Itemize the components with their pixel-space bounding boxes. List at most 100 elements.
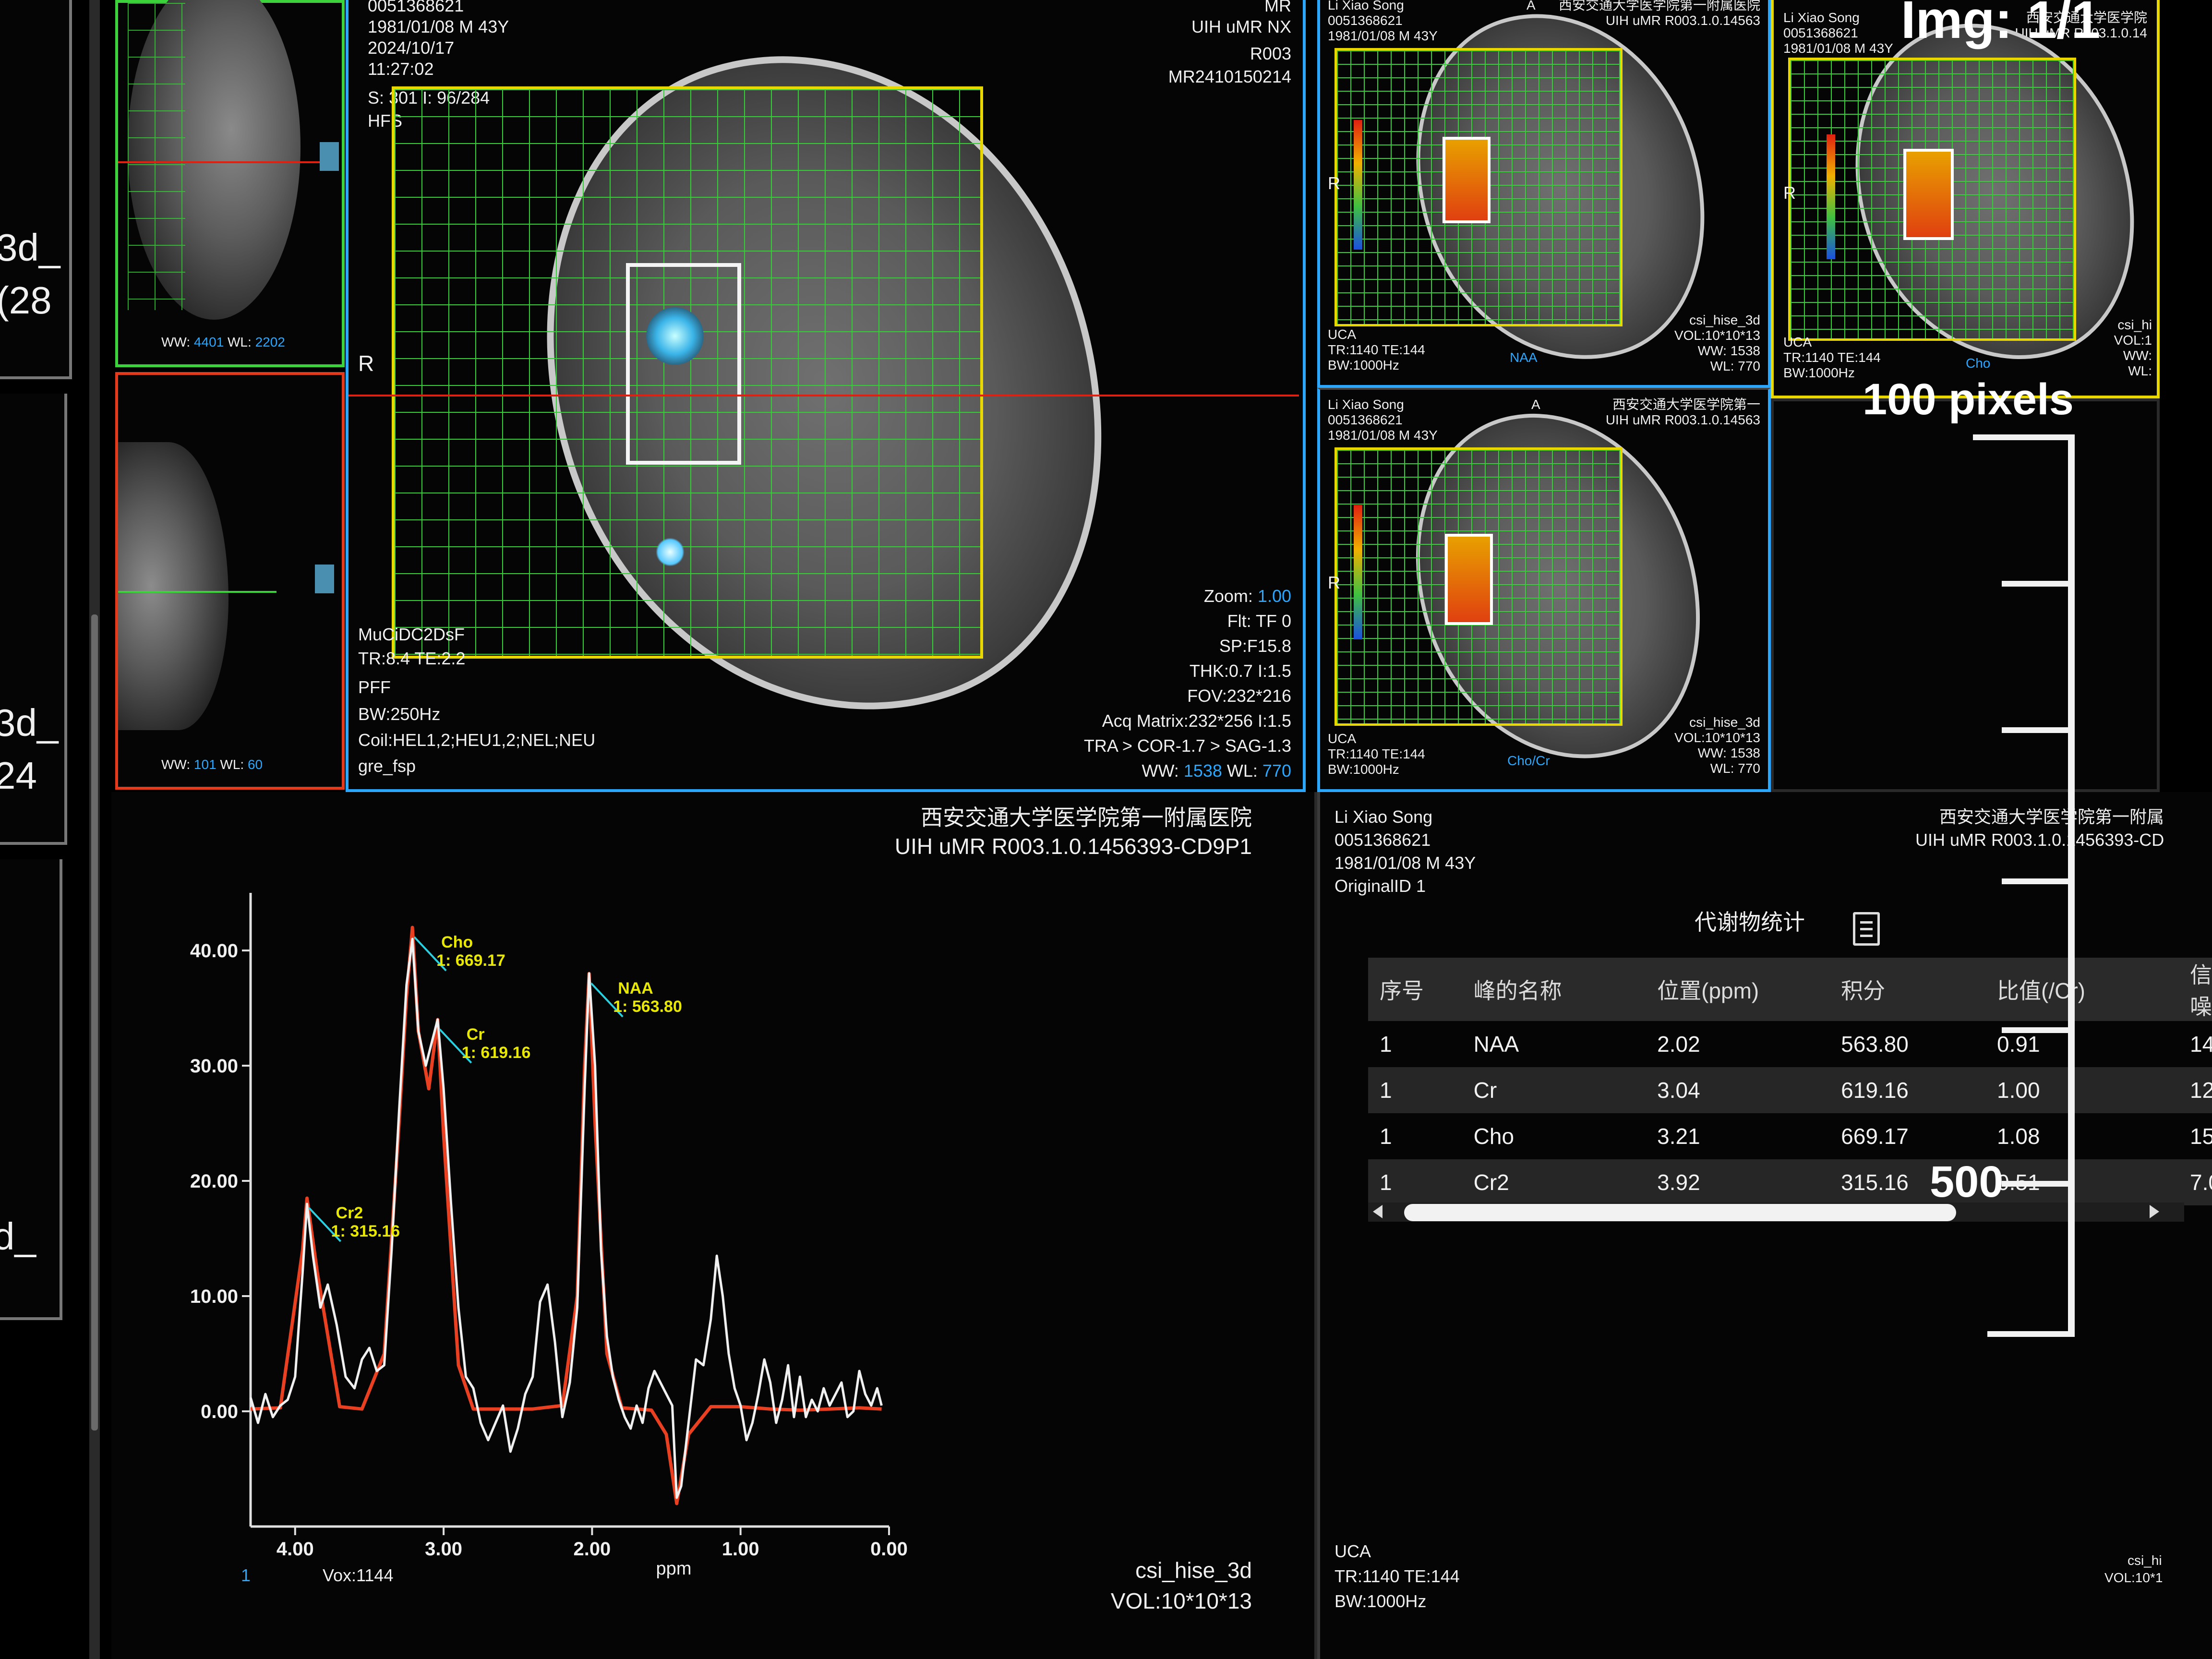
- cell-position: 2.02: [1657, 1032, 1700, 1057]
- cell-peak-name: Cr: [1462, 1067, 1646, 1113]
- ww-value[interactable]: 1538: [1184, 761, 1222, 781]
- export-icon[interactable]: [1853, 912, 1880, 946]
- metabolite-heatmap: [1445, 534, 1493, 625]
- protocol: csi_hise_3d: [1689, 715, 1760, 730]
- ww-label: WW:: [161, 757, 194, 772]
- series-thumbnail-2[interactable]: 3d_ 24: [0, 394, 67, 845]
- col-integral[interactable]: 积分: [1829, 958, 1986, 1021]
- ruler-tick: [2002, 1027, 2075, 1033]
- metabolite-map-viewport-1[interactable]: Li Xiao Song 0051368621 1981/01/08 M 43Y…: [1317, 0, 1771, 399]
- metabolite-selector[interactable]: Cho/Cr: [1507, 753, 1550, 769]
- bandwidth: BW:1000Hz: [1783, 365, 1855, 380]
- ww-value[interactable]: 4401: [194, 335, 224, 349]
- cell-index: 1: [1380, 1124, 1392, 1149]
- scroll-left-arrow[interactable]: [1373, 1205, 1382, 1218]
- patient-birth: 1981/01/08 M 43Y: [1334, 853, 1476, 873]
- ww-label: WW:: [161, 335, 194, 349]
- side-marker: R: [1328, 573, 1340, 592]
- study-time: 11:27:02: [368, 59, 434, 79]
- selected-voxel-box[interactable]: [626, 263, 741, 465]
- sequence: UCA: [1328, 327, 1357, 342]
- bandwidth: BW:1000Hz: [1334, 1591, 1427, 1611]
- wl-value[interactable]: 2202: [255, 335, 285, 349]
- sequence: UCA: [1328, 731, 1357, 746]
- accession: MR2410150214: [1168, 67, 1291, 86]
- patient-birth: 1981/01/08 M 43Y: [368, 17, 509, 36]
- metabolite-selector[interactable]: Cho: [1966, 355, 1990, 372]
- protocol: csi_hi: [2128, 1553, 2162, 1568]
- x-axis-label: ppm: [656, 1559, 692, 1579]
- metabolite-map-viewport-2[interactable]: Li Xiao Song 0051368621 1981/01/08 M 43Y…: [1771, 0, 2176, 398]
- y-tick-label: 0.00: [201, 1401, 238, 1422]
- voxel-size: VOL:10*10*13: [1674, 730, 1760, 745]
- col-position[interactable]: 位置(ppm): [1646, 958, 1830, 1021]
- table-row[interactable]: 1 Cho 3.21 669.17 1.08 15: [1368, 1113, 2212, 1159]
- patient-birth: 1981/01/08 M 43Y: [1328, 28, 1438, 43]
- voxel-size: VOL:1: [2114, 333, 2152, 348]
- series-thumbnail-1[interactable]: 3d_ (28: [0, 0, 72, 379]
- patient-name: Li Xiao Song: [1334, 807, 1433, 827]
- crosshair-line: [118, 161, 320, 163]
- bandwidth: BW:1000Hz: [1328, 762, 1399, 777]
- study-date: 2024/10/17: [368, 38, 455, 58]
- cell-index: 1: [1368, 1067, 1462, 1113]
- patient-birth: 1981/01/08 M 43Y: [1328, 428, 1438, 443]
- cell-position: 3.04: [1646, 1067, 1830, 1113]
- coil: Coil:HEL1,2;HEU1,2;NEL;NEU: [358, 730, 596, 750]
- y-tick-label: 10.00: [190, 1286, 238, 1307]
- lesion-marker: [646, 307, 704, 365]
- metabolite-selector[interactable]: NAA: [1510, 349, 1538, 366]
- tr-te: TR:1140 TE:144: [1783, 350, 1881, 365]
- sagittal-handle[interactable]: [315, 565, 334, 593]
- sagittal-window-level: WW: 101 WL: 60: [161, 757, 263, 773]
- peak-annotation-value: 1: 315.16: [331, 1222, 400, 1240]
- col-snr[interactable]: 信噪: [2178, 958, 2212, 1021]
- empty-viewport[interactable]: [1771, 398, 2160, 792]
- ruler-tick: [2002, 727, 2075, 733]
- filter: Flt: TF 0: [1227, 611, 1291, 631]
- table-row[interactable]: 1 NAA 2.02 563.80 0.91 14: [1368, 1021, 2212, 1067]
- sagittal-viewport-bottom[interactable]: WW: 101 WL: 60: [115, 372, 345, 790]
- sequence-name: MuCiDC2DsF: [358, 625, 465, 644]
- scroll-right-arrow[interactable]: [2150, 1205, 2159, 1218]
- measurement-ruler[interactable]: [2068, 434, 2075, 1337]
- col-index[interactable]: 序号: [1368, 958, 1462, 1021]
- voxel-size: VOL:10*10*13: [1674, 328, 1760, 343]
- wl-value[interactable]: 770: [1262, 761, 1291, 781]
- window-level: WW: 1538 WL: 770: [1142, 760, 1292, 781]
- window-width: WW:: [2123, 348, 2152, 363]
- scanner-model: UIH uMR NX: [1191, 17, 1291, 36]
- table-row[interactable]: 1 Cr 3.04 619.16 1.00 12: [1368, 1067, 2212, 1113]
- series-label: 3d_: [0, 226, 60, 269]
- metabolite-map-viewport-3[interactable]: Li Xiao Song 0051368621 1981/01/08 M 43Y…: [1317, 375, 1771, 798]
- side-marker: R: [1783, 183, 1796, 203]
- col-ratio[interactable]: 比值(/Cr): [1985, 958, 2179, 1021]
- table-row[interactable]: 1 Cr2 3.92 315.16 0.51 7.0: [1368, 1159, 2212, 1205]
- cell-index: 1: [1368, 1159, 1462, 1205]
- table-hscroll-thumb[interactable]: [1404, 1204, 1956, 1221]
- metabolite-stats-viewport[interactable]: Li Xiao Song 0051368621 1981/01/08 M 43Y…: [1317, 792, 2212, 1659]
- series-count: 24: [0, 754, 37, 797]
- ruler-label-bottom: 500: [1930, 1157, 2004, 1206]
- cell-snr: 12: [2178, 1067, 2212, 1113]
- wl-value[interactable]: 60: [248, 757, 263, 772]
- colorbar: [1827, 134, 1835, 259]
- series-thumbnail-3[interactable]: d_: [0, 859, 62, 1320]
- ww-value[interactable]: 101: [194, 757, 216, 772]
- metabolite-heatmap: [1443, 137, 1491, 223]
- sagittal-handle[interactable]: [320, 142, 339, 171]
- hospital: 西安交通大学医学院第一: [1612, 397, 1760, 412]
- ruler-tick: [2002, 581, 2075, 587]
- voxel-size: VOL:10*10*13: [1110, 1588, 1252, 1613]
- left-scrollbar-thumb[interactable]: [91, 614, 98, 1431]
- sagittal-viewport-top[interactable]: WW: 4401 WL: 2202: [115, 0, 345, 367]
- sagittal-window-level: WW: 4401 WL: 2202: [161, 334, 285, 350]
- col-peak-name[interactable]: 峰的名称: [1462, 958, 1646, 1021]
- axial-main-viewport[interactable]: 0051368621 1981/01/08 M 43Y 2024/10/17 1…: [346, 0, 1306, 792]
- zoom-value[interactable]: 1.00: [1258, 586, 1291, 606]
- peak-annotation-value: 1: 619.16: [462, 1044, 531, 1062]
- spectrum-viewport[interactable]: 西安交通大学医学院第一附属医院 UIH uMR R003.1.0.1456393…: [111, 792, 1317, 1659]
- sequence-type: gre_fsp: [358, 756, 416, 776]
- orientation: A: [1527, 0, 1536, 12]
- spectrum-chart[interactable]: 40.0030.0020.0010.000.004.00 3.00 2.00 1.00…: [111, 864, 908, 1584]
